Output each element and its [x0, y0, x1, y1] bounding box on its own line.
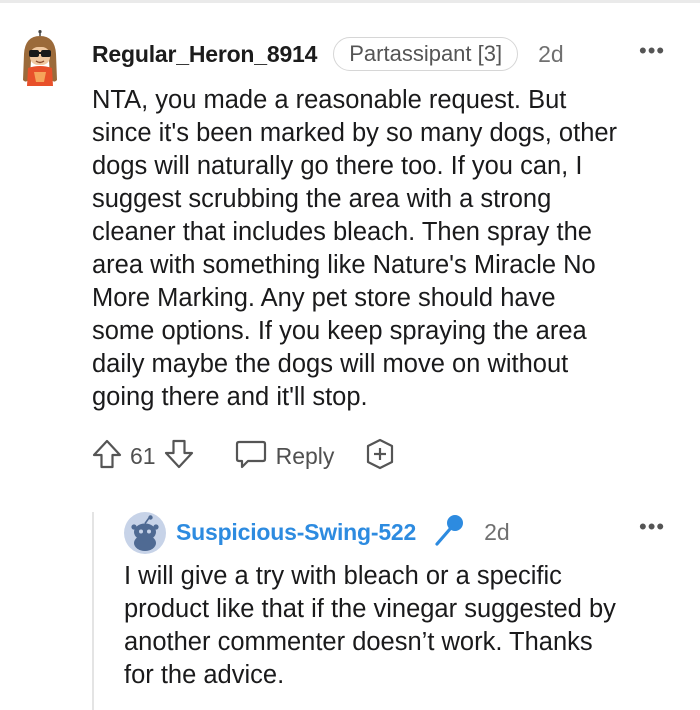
more-options-icon[interactable]: ••• — [639, 516, 665, 538]
reply-line: for the advice. — [124, 661, 285, 689]
reply-button[interactable]: Reply — [234, 438, 335, 475]
microphone-icon — [432, 512, 466, 553]
comment-line: some options. If you keep spraying the a… — [92, 317, 587, 345]
comment-line: daily maybe the dogs will move on withou… — [92, 350, 569, 378]
award-plus-icon[interactable] — [364, 437, 396, 476]
comment-header: Regular_Heron_8914 Partassipant [3] 2d — [92, 36, 564, 72]
comment-line: cleaner that includes bleach. Then spray… — [92, 218, 592, 246]
vote-count: 61 — [130, 442, 156, 469]
top-divider — [0, 0, 700, 3]
reply-body: I will give a try with bleach or a speci… — [124, 560, 684, 692]
comment-body: NTA, you made a reasonable request. But … — [92, 84, 677, 414]
avatar-illustration — [23, 30, 57, 86]
comment-line: suggest scrubbing the area with a strong — [92, 185, 552, 213]
comment-line: More Marking. Any pet store should have — [92, 284, 556, 312]
comment-line: area with something like Nature's Miracl… — [92, 251, 596, 279]
reply-username[interactable]: Suspicious-Swing-522 — [176, 519, 416, 546]
reply-line: another commenter doesn’t work. Thanks — [124, 628, 593, 656]
comment-age: 2d — [538, 40, 564, 67]
arrow-up-icon[interactable] — [90, 437, 124, 476]
comment-actions: 61 Reply — [90, 438, 396, 474]
reply-age: 2d — [484, 518, 510, 545]
user-flair: Partassipant [3] — [333, 37, 519, 71]
speech-bubble-icon — [234, 438, 268, 475]
snoo-avatar-icon — [124, 512, 166, 554]
comment-line: dogs will naturally go there too. If you… — [92, 152, 583, 180]
username[interactable]: Regular_Heron_8914 — [92, 41, 317, 68]
comment-line: NTA, you made a reasonable request. But — [92, 86, 567, 114]
reply-header: Suspicious-Swing-522 2d — [176, 514, 510, 550]
arrow-down-icon[interactable] — [162, 437, 196, 476]
user-avatar[interactable] — [17, 30, 63, 86]
thread-line[interactable] — [92, 512, 94, 710]
reply-label: Reply — [275, 442, 335, 469]
reply-line: I will give a try with bleach or a speci… — [124, 562, 562, 590]
reply-avatar[interactable] — [124, 512, 166, 554]
comment-line: going there and it'll stop. — [92, 383, 368, 411]
reply-line: product like that if the vinegar suggest… — [124, 595, 616, 623]
comment-line: since it's been marked by so many dogs, … — [92, 119, 618, 147]
more-options-icon[interactable]: ••• — [639, 40, 665, 62]
